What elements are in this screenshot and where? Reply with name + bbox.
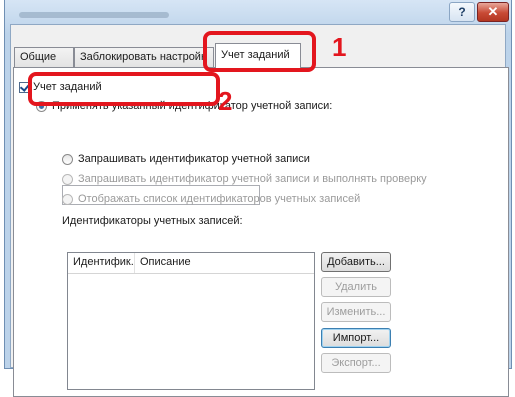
display-list-label: Отображать список идентификаторов учетны… [78,193,361,205]
prompt-account-id-radio[interactable] [62,153,73,165]
close-button[interactable]: ✕ [477,2,509,22]
tab-lock-settings[interactable]: Заблокировать настройк [74,47,214,67]
step-2-number: 2 [218,86,233,116]
column-header-id[interactable]: Идентифик... [68,253,135,273]
prompt-account-id-option[interactable]: Запрашивать идентификатор учетной записи [62,153,310,165]
title-text-blurred [19,12,169,18]
prompt-validate-radio[interactable] [62,173,73,185]
column-header-description[interactable]: Описание [135,253,314,273]
close-icon: ✕ [487,4,499,19]
delete-button[interactable]: Удалить [321,277,391,297]
export-button[interactable]: Экспорт... [321,353,391,373]
edit-button[interactable]: Изменить... [321,302,391,322]
prompt-validate-label: Запрашивать идентификатор учетной записи… [78,173,427,185]
help-button[interactable]: ? [449,2,475,22]
step-2-highlight [28,72,220,106]
account-ids-caption: Идентификаторы учетных записей: [62,215,243,227]
display-list-option[interactable]: Отображать список идентификаторов учетны… [62,193,360,205]
prompt-account-id-label: Запрашивать идентификатор учетной записи [78,153,310,165]
tab-general[interactable]: Общие [14,47,74,67]
account-ids-list[interactable]: Идентифик... Описание [67,252,315,390]
import-button[interactable]: Импорт... [321,328,391,348]
step-1-highlight [203,31,316,72]
prompt-validate-option[interactable]: Запрашивать идентификатор учетной записи… [62,173,427,185]
step-1-number: 1 [332,32,347,62]
list-header: Идентифик... Описание [68,253,314,274]
help-icon: ? [458,5,466,19]
add-button[interactable]: Добавить... [321,252,391,272]
display-list-radio[interactable] [62,193,73,205]
